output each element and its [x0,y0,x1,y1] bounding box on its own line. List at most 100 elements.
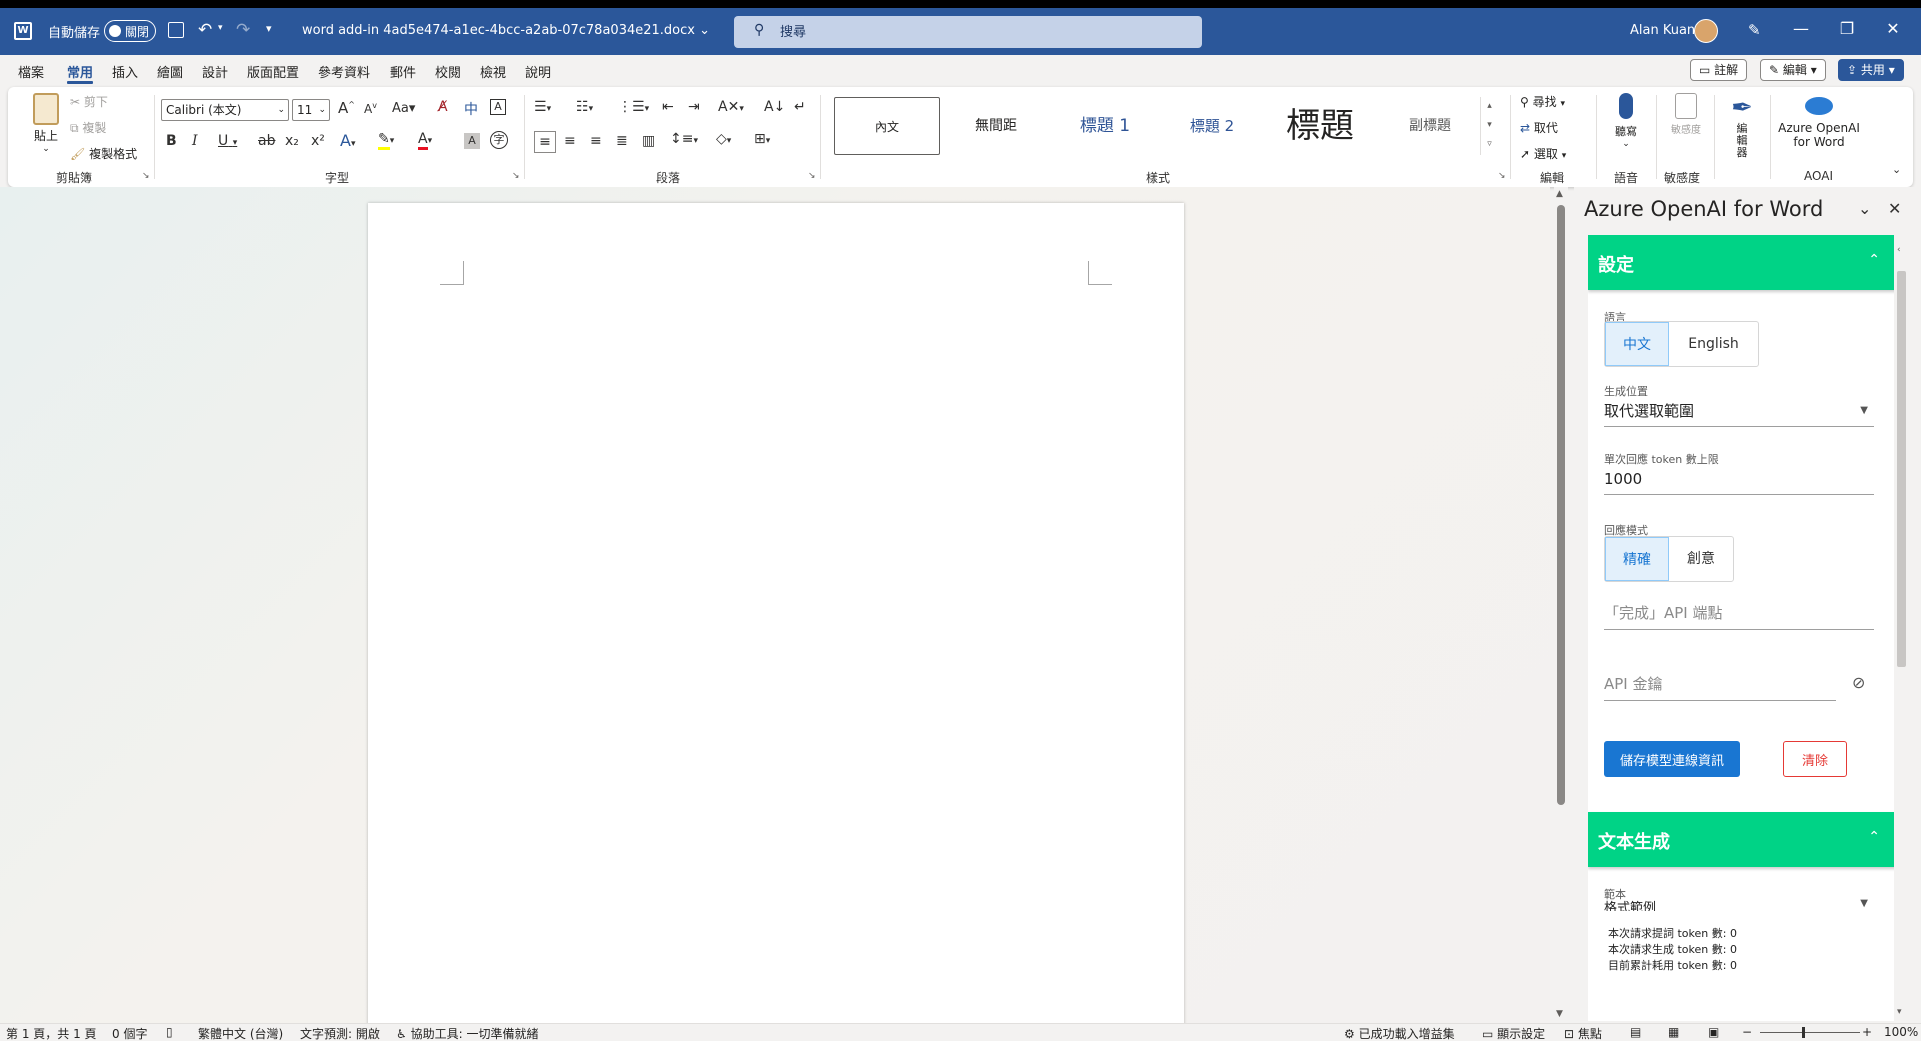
editor-button[interactable]: ✒ 編輯器 [1722,93,1762,159]
ribbon-collapse-icon[interactable]: ⌄ [1892,163,1901,176]
tab-design[interactable]: 設計 [202,62,228,81]
textgen-section-header[interactable]: 文本生成 ⌃ [1588,812,1898,867]
save-icon[interactable] [168,22,184,38]
scroll-up-icon[interactable]: ▲ [1556,189,1563,199]
italic-button[interactable]: I [192,133,198,149]
scroll-thumb[interactable] [1557,205,1565,805]
eye-off-icon[interactable]: ⊘ [1852,673,1865,692]
highlight-icon[interactable]: ✎▾ [378,131,394,150]
comment-button[interactable]: ▭ 註解 [1690,59,1748,81]
avatar[interactable] [1694,19,1718,43]
user-name[interactable]: Alan Kuan [1630,23,1695,38]
style-heading-2[interactable]: 標題 2 [1160,97,1264,155]
redo-icon[interactable]: ↷ [236,20,250,40]
tab-file[interactable]: 檔案 [18,62,44,81]
char-shading-icon[interactable]: A [464,133,480,149]
save-connection-button[interactable]: 儲存模型連線資訊 [1604,741,1741,777]
style-no-spacing[interactable]: 無間距 [944,97,1048,155]
tab-references[interactable]: 參考資料 [318,62,370,81]
addin-status[interactable]: ⚙ 已成功載入增益集 [1344,1025,1455,1041]
page-info[interactable]: 第 1 頁，共 1 頁 [6,1025,97,1041]
word-count[interactable]: 0 個字 [112,1025,147,1041]
font-color-icon[interactable]: A▾ [418,131,432,150]
format-painter-button[interactable]: 🖌 複製格式 [70,145,137,162]
paste-button[interactable]: 貼上 ⌄ [26,93,66,154]
bold-button[interactable]: B [166,133,177,149]
scroll-down-icon[interactable]: ▾ [1897,1007,1902,1017]
align-center-button[interactable]: ≡ [564,133,576,149]
underline-button[interactable]: U ▾ [218,133,237,149]
print-layout-icon[interactable]: ▦ [1668,1025,1679,1039]
dialog-launcher-icon[interactable]: ↘ [1498,171,1506,181]
cut-button[interactable]: ✂ 剪下 [70,93,108,110]
language-status[interactable]: 繁體中文 (台灣) [198,1025,283,1041]
dialog-launcher-icon[interactable]: ↘ [808,171,816,181]
dictate-button[interactable]: 聽寫 ⌄ [1606,93,1646,149]
sensitivity-button[interactable]: 敏感度 [1664,93,1708,136]
autosave-toggle[interactable]: 關閉 [104,20,156,42]
undo-icon[interactable]: ↶ [198,20,212,40]
scroll-left-icon[interactable]: ‹ [1897,245,1901,255]
word-app-icon[interactable]: W [14,22,32,40]
shrink-font-icon[interactable]: Av [364,101,377,116]
multilevel-list-icon[interactable]: ⋮☰▾ [618,99,649,115]
mode-option-precise[interactable]: 精確 [1605,537,1669,581]
designer-pen-icon[interactable]: ✎ [1748,21,1761,39]
document-name[interactable]: word add-in 4ad5e474-a1ec-4bcc-a2ab-07c7… [302,23,710,38]
close-pane-icon[interactable]: ✕ [1888,199,1901,218]
sort-icon[interactable]: A↓ [764,99,785,115]
share-button[interactable]: ⇪ 共用 ▾ [1838,59,1904,81]
show-marks-icon[interactable]: ↵ [794,99,806,115]
strikethrough-button[interactable]: ab [258,133,275,149]
distributed-button[interactable]: ▥ [642,133,655,149]
tab-help[interactable]: 說明 [525,62,551,81]
style-title[interactable]: 標題 [1266,97,1374,155]
zoom-out-icon[interactable]: − [1742,1025,1752,1039]
text-prediction-status[interactable]: 文字預測: 開啟 [300,1025,380,1041]
focus-mode[interactable]: ⊡ 焦點 [1564,1025,1602,1041]
position-select[interactable]: 取代選取範圍 ▼ [1604,397,1874,427]
dialog-launcher-icon[interactable]: ↘ [142,171,150,181]
undo-dropdown-icon[interactable]: ▾ [218,23,223,33]
zoom-in-icon[interactable]: + [1862,1025,1872,1039]
document-scrollbar[interactable]: ▲ ▼ [1554,187,1568,1023]
language-option-zh[interactable]: 中文 [1605,322,1669,366]
tab-draw[interactable]: 繪圖 [157,62,183,81]
document-page[interactable] [368,203,1184,1033]
close-icon[interactable]: ✕ [1878,19,1908,38]
replace-button[interactable]: ⇄ 取代 [1520,119,1558,136]
mode-option-creative[interactable]: 創意 [1669,537,1733,581]
language-option-en[interactable]: English [1669,322,1758,366]
tab-view[interactable]: 檢視 [480,62,506,81]
tab-review[interactable]: 校閱 [435,62,461,81]
change-case-icon[interactable]: Aa▾ [392,101,415,116]
numbering-icon[interactable]: ☷▾ [576,99,593,115]
find-button[interactable]: ⚲ 尋找 ▾ [1520,93,1565,110]
pane-scroll-thumb[interactable] [1897,271,1906,667]
tab-home[interactable]: 常用 [67,62,94,84]
display-settings[interactable]: ▭ 顯示設定 [1482,1025,1545,1041]
search-input[interactable] [780,22,1180,42]
dialog-launcher-icon[interactable]: ↘ [512,171,520,181]
justify-button[interactable]: ≣ [616,133,628,149]
style-subtitle[interactable]: 副標題 [1376,97,1484,155]
template-select[interactable]: 格式範例 ▼ [1604,897,1874,911]
font-size-select[interactable]: 11 ⌄ [292,99,330,121]
zoom-slider[interactable] [1760,1032,1860,1033]
minimize-icon[interactable]: — [1786,19,1816,38]
clear-formatting-icon[interactable]: A̸ [438,99,448,115]
customize-qat-icon[interactable]: ▾ [266,22,272,35]
proofing-icon[interactable]: ▯ [166,1025,173,1039]
grow-font-icon[interactable]: A^ [338,99,355,117]
char-border-icon[interactable]: A [490,99,506,115]
decrease-indent-icon[interactable]: ⇤ [662,99,674,115]
shading-icon[interactable]: ◇▾ [716,131,731,147]
zoom-level[interactable]: 100% [1884,1025,1918,1039]
clear-button[interactable]: 清除 [1783,741,1848,777]
text-effects-icon[interactable]: A▾ [340,131,355,150]
accessibility-status[interactable]: ♿ 協助工具: 一切準備就緒 [396,1025,538,1041]
borders-icon[interactable]: ⊞▾ [754,131,770,147]
endpoint-input[interactable] [1604,596,1874,630]
pane-scrollbar[interactable]: ‹ ▾ [1894,235,1908,1021]
align-right-button[interactable]: ≡ [590,133,602,149]
